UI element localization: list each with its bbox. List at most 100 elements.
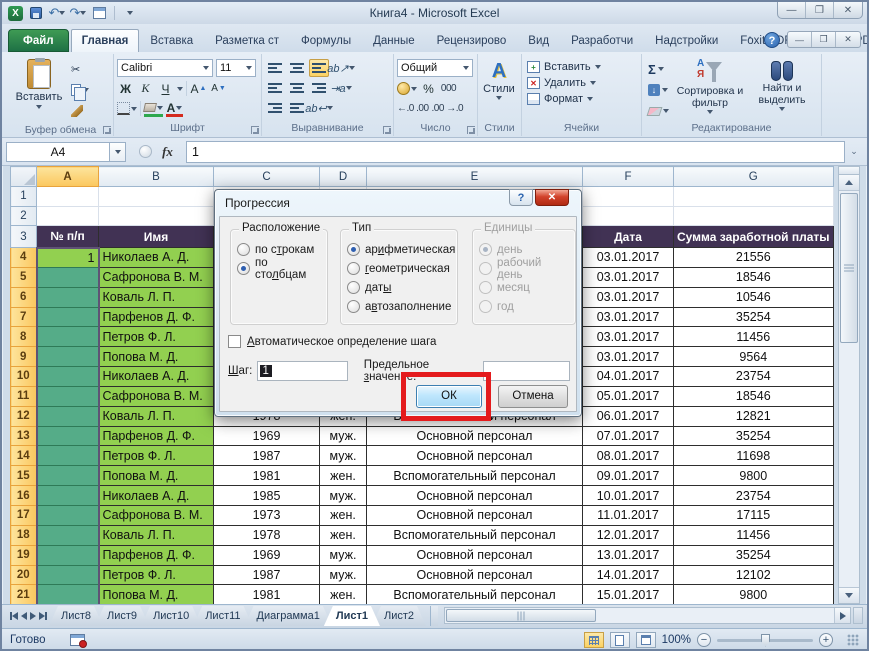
- column-header-E[interactable]: E: [367, 167, 583, 187]
- next-sheet-button[interactable]: [30, 612, 36, 620]
- cell-A10[interactable]: [37, 367, 99, 387]
- cell-A17[interactable]: [37, 505, 99, 525]
- cell-A13[interactable]: [37, 426, 99, 446]
- cell-date-4[interactable]: 03.01.2017: [583, 248, 674, 268]
- cancel-button[interactable]: Отмена: [498, 385, 568, 408]
- cell-name-19[interactable]: Парфенов Д. Ф.: [99, 545, 214, 565]
- row-header-15[interactable]: 15: [11, 466, 37, 486]
- excel-logo-icon[interactable]: X: [8, 6, 23, 21]
- font-name-combo[interactable]: Calibri: [117, 59, 213, 77]
- limit-input[interactable]: [483, 361, 570, 381]
- borders-button[interactable]: [117, 100, 137, 117]
- page-layout-view-button[interactable]: [610, 632, 630, 648]
- cell-name-20[interactable]: Петров Ф. Л.: [99, 565, 214, 585]
- tab-Вид[interactable]: Вид: [517, 29, 560, 52]
- cell-sum-10[interactable]: 23754: [674, 367, 834, 387]
- row-header-17[interactable]: 17: [11, 505, 37, 525]
- sheet-tab-Лист10[interactable]: Лист10: [141, 606, 201, 626]
- row-header-13[interactable]: 13: [11, 426, 37, 446]
- accounting-format-button[interactable]: [397, 80, 417, 97]
- cell-name-10[interactable]: Николаев А. Д.: [99, 367, 214, 387]
- formula-input[interactable]: 1: [186, 141, 845, 163]
- workbook-close-button[interactable]: ✕: [836, 32, 860, 47]
- table-header-A[interactable]: № п/п: [37, 226, 99, 248]
- column-header-C[interactable]: C: [214, 167, 320, 187]
- tab-split-handle[interactable]: [430, 606, 438, 626]
- cell-gender-21[interactable]: жен.: [320, 585, 367, 605]
- dialog-close-button[interactable]: ✕: [535, 189, 569, 206]
- close-button[interactable]: ✕: [834, 2, 862, 18]
- sheet-tab-Лист2[interactable]: Лист2: [372, 606, 426, 626]
- cell-dept-21[interactable]: Вспомогательный персонал: [367, 585, 583, 605]
- cell-B2[interactable]: [99, 206, 214, 226]
- horizontal-scrollbar-thumb[interactable]: [446, 609, 596, 622]
- row-header-21[interactable]: 21: [11, 585, 37, 605]
- tabbar-resize-handle[interactable]: [853, 607, 863, 624]
- number-dialog-launcher-icon[interactable]: [467, 126, 475, 134]
- cell-name-18[interactable]: Коваль Л. П.: [99, 525, 214, 545]
- radio-автозаполнение[interactable]: автозаполнение: [347, 297, 451, 316]
- sheet-tab-Лист1[interactable]: Лист1: [324, 606, 380, 626]
- cell-date-6[interactable]: 03.01.2017: [583, 287, 674, 307]
- cell-date-14[interactable]: 08.01.2017: [583, 446, 674, 466]
- page-break-view-button[interactable]: [636, 632, 656, 648]
- cell-dept-14[interactable]: Основной персонал: [367, 446, 583, 466]
- cell-name-17[interactable]: Сафронова В. М.: [99, 505, 214, 525]
- cell-date-21[interactable]: 15.01.2017: [583, 585, 674, 605]
- cut-button[interactable]: ✂: [69, 60, 91, 78]
- redo-button[interactable]: ↷: [70, 6, 86, 21]
- fill-button[interactable]: ↓: [646, 81, 671, 99]
- tab-Рецензирово[interactable]: Рецензирово: [426, 29, 518, 52]
- cell-sum-17[interactable]: 17115: [674, 505, 834, 525]
- italic-button[interactable]: К: [137, 80, 154, 97]
- tab-Надстройки[interactable]: Надстройки: [644, 29, 729, 52]
- row-header-12[interactable]: 12: [11, 406, 37, 426]
- cell-sum-5[interactable]: 18546: [674, 267, 834, 287]
- row-header-19[interactable]: 19: [11, 545, 37, 565]
- tab-Разметка ст[interactable]: Разметка ст: [204, 29, 290, 52]
- cell-dept-17[interactable]: Основной персонал: [367, 505, 583, 525]
- cell-sum-18[interactable]: 11456: [674, 525, 834, 545]
- cell-A14[interactable]: [37, 446, 99, 466]
- percent-style-button[interactable]: %: [420, 80, 437, 97]
- insert-cells-button[interactable]: +Вставить: [527, 61, 601, 73]
- cell-name-15[interactable]: Попова М. Д.: [99, 466, 214, 486]
- tab-Вставка[interactable]: Вставка: [139, 29, 204, 52]
- cell-name-11[interactable]: Сафронова В. М.: [99, 386, 214, 406]
- sort-filter-button[interactable]: АЯ Сортировка и фильтр: [674, 56, 746, 122]
- minimize-button[interactable]: —: [778, 2, 806, 18]
- column-header-D[interactable]: D: [320, 167, 367, 187]
- save-button[interactable]: [28, 6, 44, 21]
- column-header-F[interactable]: F: [583, 167, 674, 187]
- cell-A16[interactable]: [37, 486, 99, 506]
- sheet-tab-Лист11[interactable]: Лист11: [193, 606, 252, 626]
- cell-name-5[interactable]: Сафронова В. М.: [99, 267, 214, 287]
- scroll-up-button[interactable]: [839, 175, 859, 191]
- cell-date-8[interactable]: 03.01.2017: [583, 327, 674, 347]
- decrease-decimal-button[interactable]: .00 →.0: [432, 100, 464, 117]
- cell-F1[interactable]: [583, 187, 674, 207]
- row-header-10[interactable]: 10: [11, 367, 37, 387]
- column-header-B[interactable]: B: [99, 167, 214, 187]
- cell-sum-16[interactable]: 23754: [674, 486, 834, 506]
- cell-A15[interactable]: [37, 466, 99, 486]
- align-bottom-button[interactable]: [309, 59, 329, 77]
- grow-font-button[interactable]: А▲: [190, 80, 207, 97]
- font-dialog-launcher-icon[interactable]: [251, 126, 259, 134]
- cell-gender-14[interactable]: муж.: [320, 446, 367, 466]
- cell-sum-7[interactable]: 35254: [674, 307, 834, 327]
- tab-Данные[interactable]: Данные: [362, 29, 426, 52]
- cell-year-15[interactable]: 1981: [214, 466, 320, 486]
- zoom-out-button[interactable]: −: [697, 633, 711, 647]
- cell-sum-21[interactable]: 9800: [674, 585, 834, 605]
- cell-sum-4[interactable]: 21556: [674, 248, 834, 268]
- row-header-14[interactable]: 14: [11, 446, 37, 466]
- paste-button[interactable]: Вставить: [11, 56, 67, 124]
- sheet-tab-Диаграмма1[interactable]: Диаграмма1: [245, 606, 332, 626]
- first-sheet-button[interactable]: [10, 612, 18, 620]
- split-handle[interactable]: [839, 167, 859, 175]
- align-left-button[interactable]: [265, 79, 285, 97]
- cell-sum-13[interactable]: 35254: [674, 426, 834, 446]
- row-header-18[interactable]: 18: [11, 525, 37, 545]
- cell-gender-15[interactable]: жен.: [320, 466, 367, 486]
